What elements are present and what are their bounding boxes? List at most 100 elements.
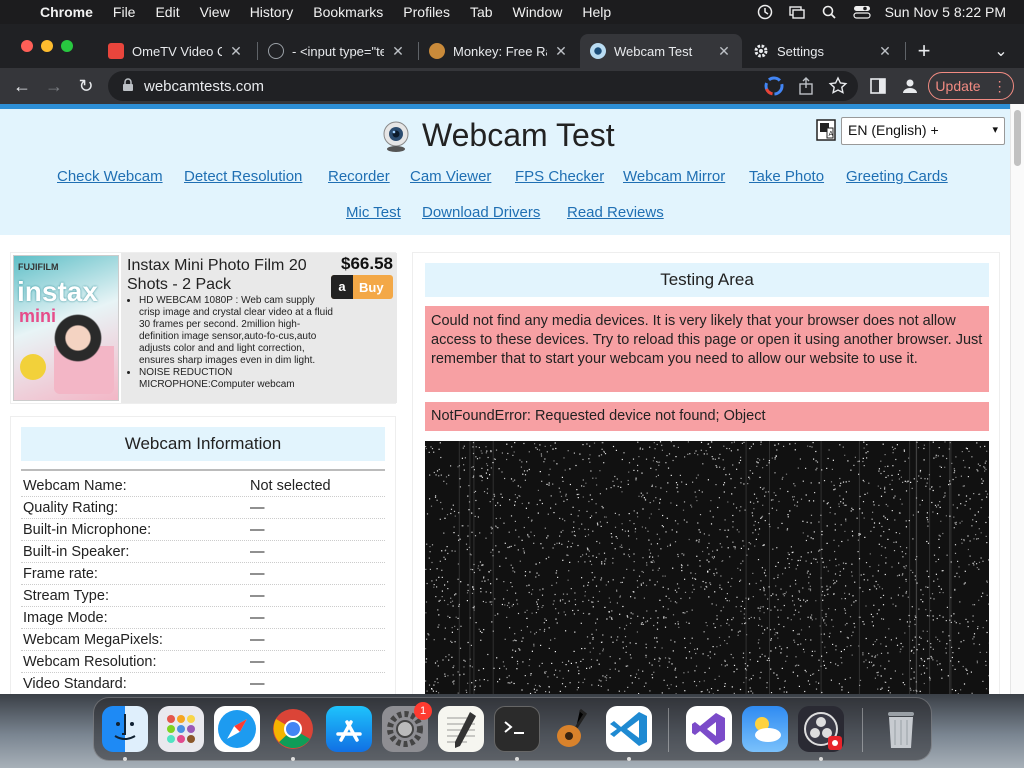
nav-recorder[interactable]: Recorder <box>328 168 390 185</box>
chrome-icon[interactable] <box>270 706 316 752</box>
minimize-window-button[interactable] <box>41 40 53 52</box>
close-tab-icon[interactable]: ✕ <box>877 43 893 60</box>
address-bar[interactable]: webcamtests.com <box>108 71 858 101</box>
nav-greeting-cards[interactable]: Greeting Cards <box>846 168 948 185</box>
close-tab-icon[interactable]: ✕ <box>390 43 406 60</box>
dock-separator <box>668 708 669 752</box>
product-title[interactable]: Instax Mini Photo Film 20 Shots - 2 Pack <box>127 256 327 294</box>
nav-detect-resolution[interactable]: Detect Resolution <box>184 168 302 185</box>
back-button[interactable]: ← <box>10 74 34 98</box>
nav-read-reviews[interactable]: Read Reviews <box>567 204 664 221</box>
menu-window[interactable]: Window <box>513 4 563 20</box>
nav-mic-test[interactable]: Mic Test <box>346 204 401 221</box>
page-scrollbar[interactable] <box>1010 104 1024 694</box>
menu-chrome[interactable]: Chrome <box>40 4 93 20</box>
textedit-icon[interactable] <box>438 706 484 752</box>
table-row: Frame rate: — <box>21 563 385 585</box>
forward-button[interactable]: → <box>42 74 66 98</box>
garageband-icon[interactable] <box>550 706 596 752</box>
google-lens-icon[interactable] <box>764 76 784 96</box>
menu-edit[interactable]: Edit <box>155 4 179 20</box>
reload-button[interactable]: ↻ <box>74 74 98 98</box>
language-select[interactable]: EN (English) + ▾ <box>841 117 1005 145</box>
close-tab-icon[interactable]: ✕ <box>228 43 244 60</box>
menu-tab[interactable]: Tab <box>470 4 493 20</box>
tab-ometv[interactable]: OmeTV Video Ch ✕ <box>98 34 254 68</box>
table-row: Webcam Name: Not selected <box>21 475 385 497</box>
app-store-icon[interactable] <box>326 706 372 752</box>
visual-studio-icon[interactable] <box>686 706 732 752</box>
weather-icon[interactable] <box>742 706 788 752</box>
browser-toolbar: ← → ↻ webcamtests.com Update ⋮ <box>0 68 1024 104</box>
nav-check-webcam[interactable]: Check Webcam <box>57 168 163 185</box>
list-item: HD WEBCAM 1080P : Web cam supply crisp i… <box>139 295 333 367</box>
tab-settings[interactable]: Settings ✕ <box>743 34 903 68</box>
menu-bookmarks[interactable]: Bookmarks <box>313 4 383 20</box>
launchpad-icon[interactable] <box>158 706 204 752</box>
obs-icon[interactable] <box>798 706 844 752</box>
bookmark-star-icon[interactable] <box>828 76 848 96</box>
menu-history[interactable]: History <box>250 4 294 20</box>
testing-area-panel: Testing Area Could not find any media de… <box>412 252 1000 694</box>
share-icon[interactable] <box>796 76 816 96</box>
close-window-button[interactable] <box>21 40 33 52</box>
profile-avatar-icon[interactable] <box>900 76 920 96</box>
nav-download-drivers[interactable]: Download Drivers <box>422 204 540 221</box>
menubar-clock[interactable]: Sun Nov 5 8:22 PM <box>885 4 1006 20</box>
webcam-video-preview[interactable] <box>425 441 989 694</box>
lock-icon[interactable] <box>122 77 136 95</box>
tab-webcam-test[interactable]: Webcam Test ✕ <box>580 34 742 68</box>
tab-input-type[interactable]: - <input type="te ✕ <box>258 34 416 68</box>
tab-title: Monkey: Free Ran <box>453 43 547 59</box>
nav-fps-checker[interactable]: FPS Checker <box>515 168 604 185</box>
menu-view[interactable]: View <box>200 4 230 20</box>
menu-profiles[interactable]: Profiles <box>403 4 450 20</box>
dock-separator <box>862 708 863 752</box>
side-panel-icon[interactable] <box>868 76 888 96</box>
chevron-down-icon: ▾ <box>992 124 998 136</box>
webcam-logo-icon <box>380 120 412 152</box>
running-indicator <box>819 757 823 761</box>
error-message: Could not find any media devices. It is … <box>425 306 989 392</box>
vscode-icon[interactable] <box>606 706 652 752</box>
product-ad[interactable]: FUJIFILM instax mini Instax Mini Photo F… <box>10 252 397 404</box>
tab-search-chevron-icon[interactable]: ⌄ <box>986 34 1016 68</box>
safari-icon[interactable] <box>214 706 260 752</box>
site-title[interactable]: Webcam Test <box>380 117 615 154</box>
gear-favicon-icon <box>753 43 769 59</box>
finder-icon[interactable] <box>102 706 148 752</box>
row-value: — <box>250 566 265 582</box>
translate-icon: A <box>816 119 836 141</box>
spotlight-search-icon[interactable] <box>821 4 837 20</box>
new-tab-button[interactable]: + <box>908 34 940 68</box>
buy-button[interactable]: a Buy <box>331 275 393 299</box>
trash-icon[interactable] <box>878 706 924 752</box>
menu-file[interactable]: File <box>113 4 136 20</box>
more-options-icon: ⋮ <box>992 77 1007 94</box>
screen-time-icon[interactable] <box>757 4 773 20</box>
url-text[interactable]: webcamtests.com <box>144 78 264 95</box>
terminal-icon[interactable] <box>494 706 540 752</box>
product-image[interactable]: FUJIFILM instax mini <box>13 255 119 401</box>
menu-help[interactable]: Help <box>582 4 611 20</box>
language-value: EN (English) + <box>848 122 939 138</box>
row-label: Video Standard: <box>23 676 127 692</box>
ometv-favicon-icon <box>108 43 124 59</box>
nav-take-photo[interactable]: Take Photo <box>749 168 824 185</box>
maximize-window-button[interactable] <box>61 40 73 52</box>
update-chrome-button[interactable]: Update ⋮ <box>928 72 1014 100</box>
close-tab-icon[interactable]: ✕ <box>553 43 569 60</box>
control-center-icon[interactable] <box>852 4 871 20</box>
row-value: — <box>250 632 265 648</box>
buy-label: Buy <box>359 279 384 295</box>
product-word: instax <box>17 276 98 307</box>
dock: 1 <box>93 697 932 761</box>
page-viewport: Webcam Test A EN (English) + ▾ Check Web… <box>0 104 1024 694</box>
nav-webcam-mirror[interactable]: Webcam Mirror <box>623 168 725 185</box>
update-label: Update <box>935 78 981 94</box>
close-tab-icon[interactable]: ✕ <box>716 43 732 60</box>
tab-monkey[interactable]: Monkey: Free Ran ✕ <box>419 34 579 68</box>
nav-cam-viewer[interactable]: Cam Viewer <box>410 168 491 185</box>
screen-mirroring-icon[interactable] <box>788 4 805 20</box>
scrollbar-thumb[interactable] <box>1014 110 1021 166</box>
